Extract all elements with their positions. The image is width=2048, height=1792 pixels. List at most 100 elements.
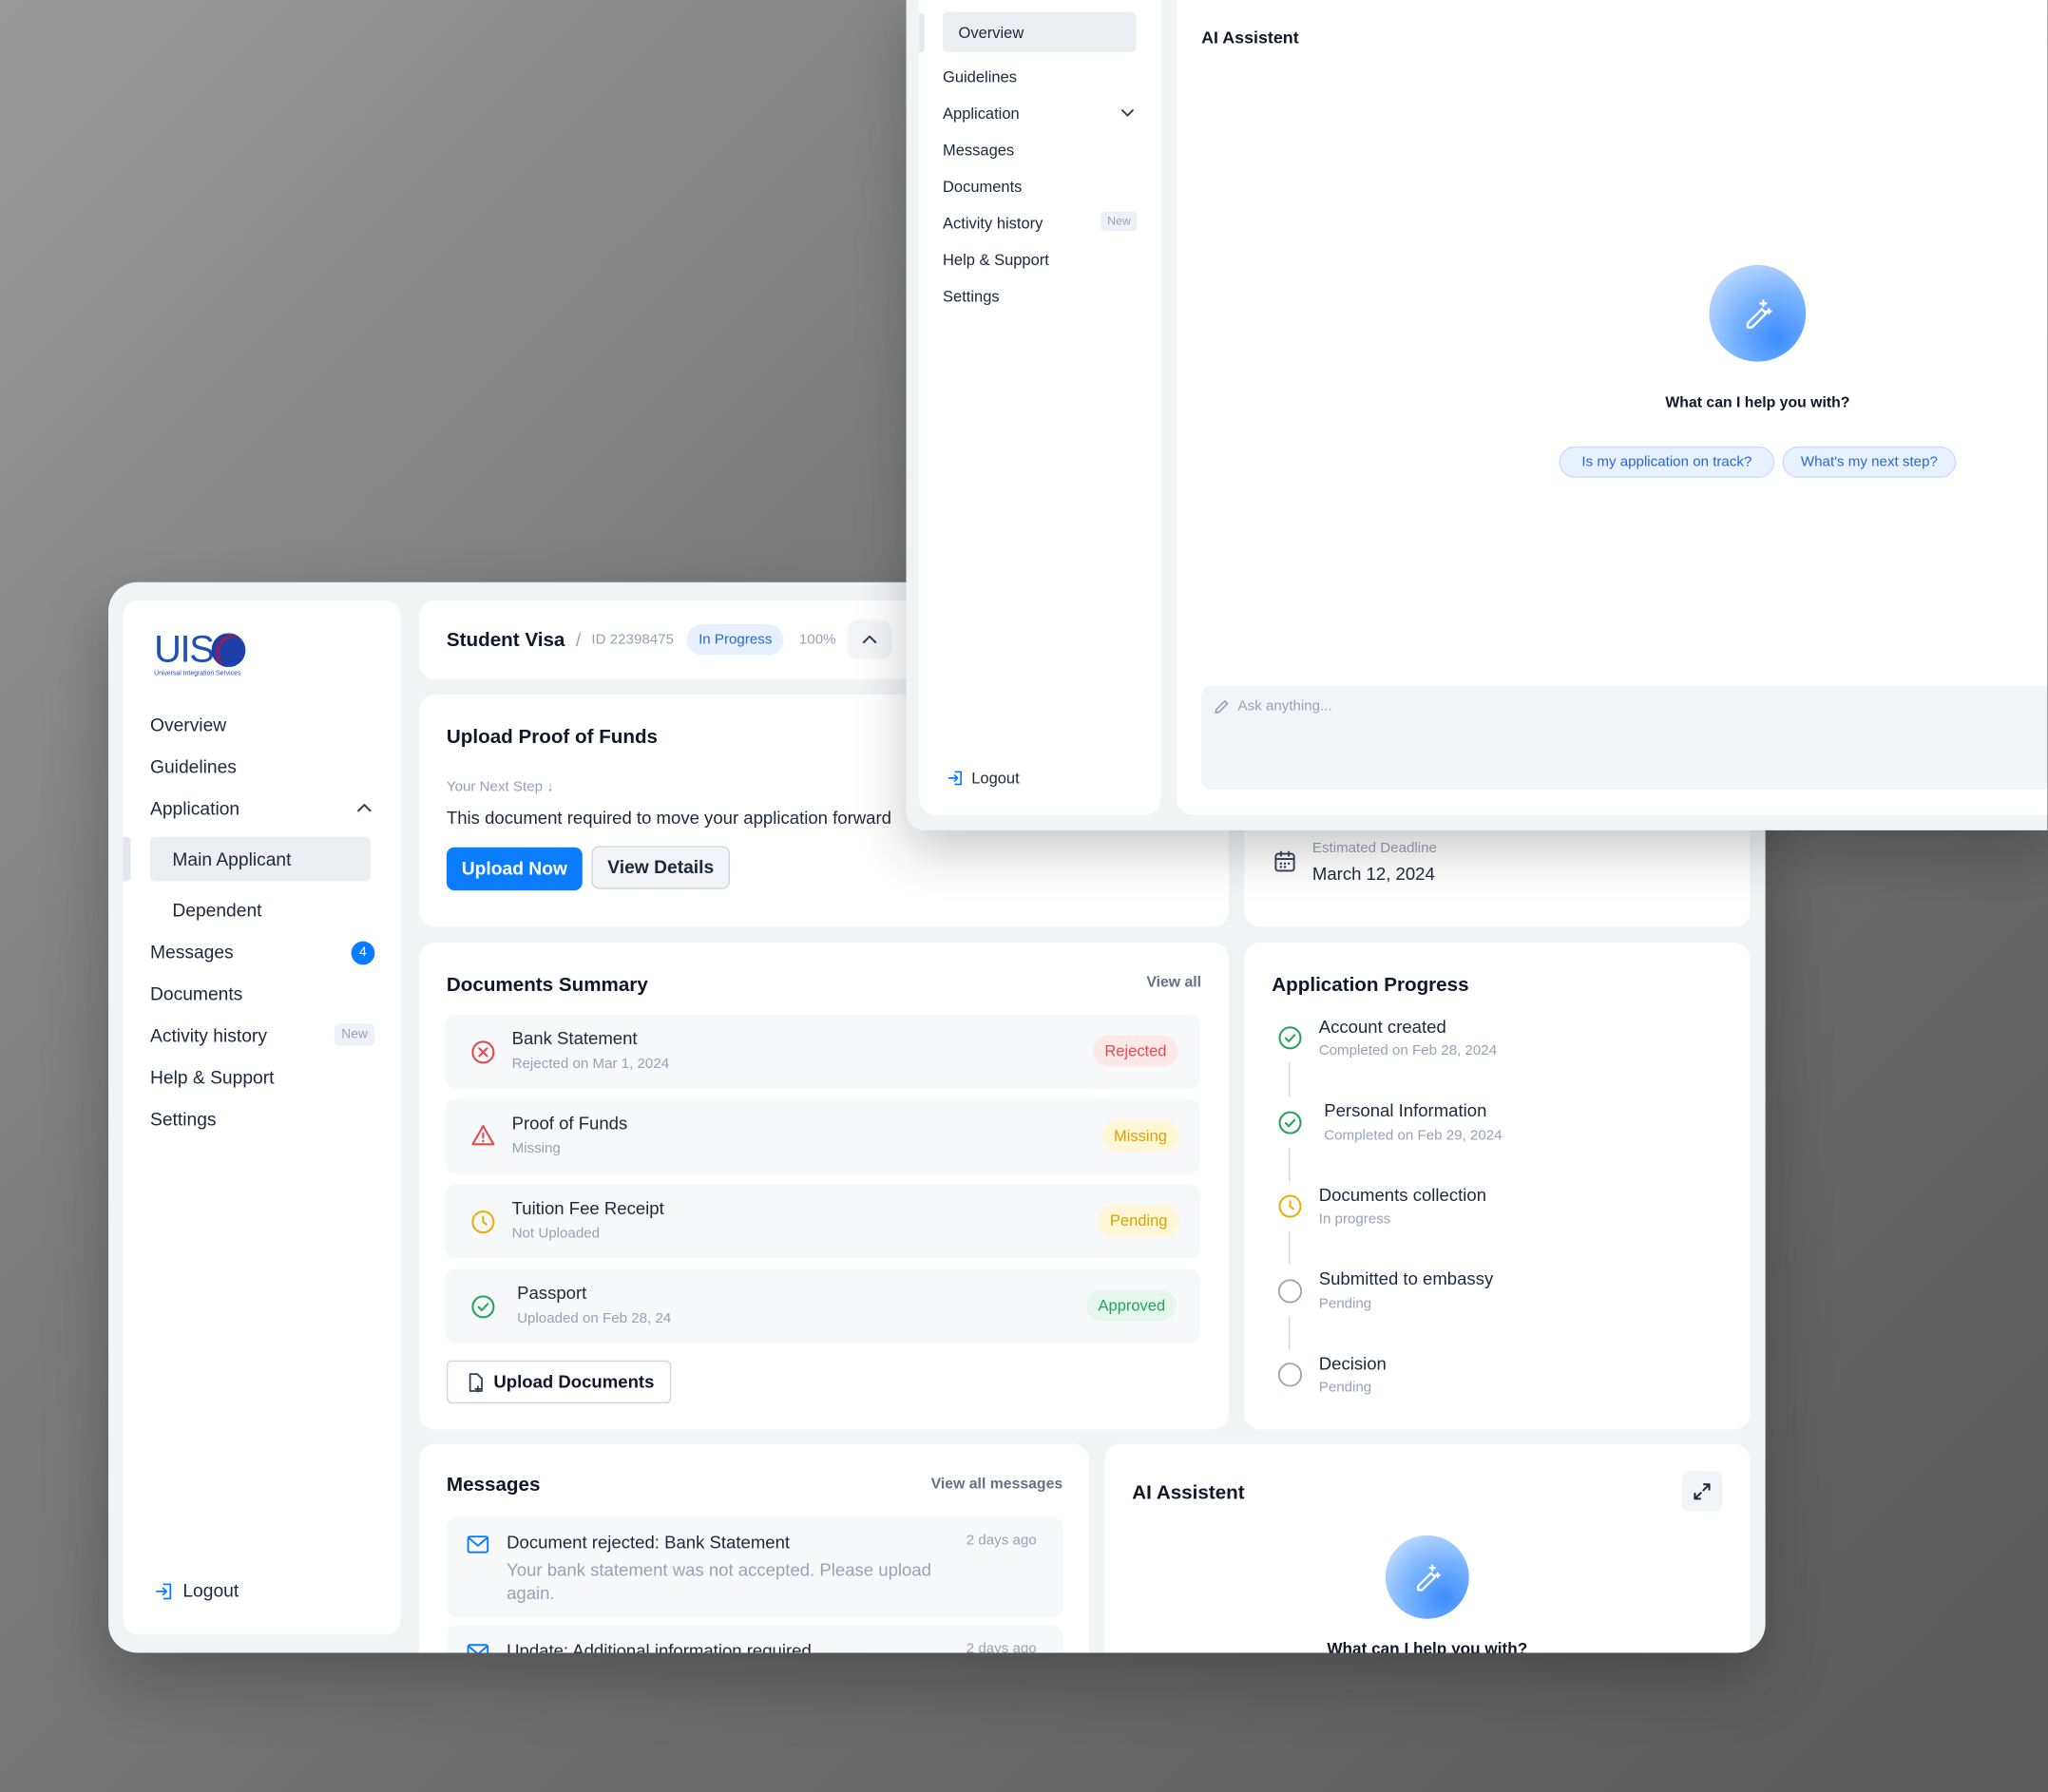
logo-subtitle: Universal Integration Services bbox=[154, 669, 241, 678]
breadcrumb-separator: / bbox=[575, 629, 582, 651]
logout-button[interactable]: Logout bbox=[154, 1578, 258, 1604]
step-connector bbox=[1289, 1230, 1291, 1266]
overlay-nav-guidelines[interactable]: Guidelines bbox=[943, 67, 1017, 86]
message-body-line: Your bank statement was not accepted. Pl… bbox=[507, 1559, 931, 1580]
overlay-prompt: What can I help you with? bbox=[1665, 395, 1850, 411]
check-circle-icon bbox=[1278, 1026, 1302, 1050]
view-details-button[interactable]: View Details bbox=[591, 846, 731, 889]
message-title: Update: Additional information required bbox=[507, 1641, 812, 1653]
sidebar: UIS Universal Integration Services Overv… bbox=[123, 601, 401, 1635]
document-sub: Not Uploaded bbox=[511, 1226, 601, 1242]
suggestion-chip[interactable]: Is my application on track? bbox=[1559, 446, 1775, 478]
clock-icon bbox=[1278, 1194, 1302, 1218]
nav-label: Overview bbox=[958, 23, 1024, 42]
documents-summary-title: Documents Summary bbox=[446, 974, 648, 997]
deadline-date: March 12, 2024 bbox=[1311, 864, 1435, 885]
sidebar-item-label: Main Applicant bbox=[172, 848, 292, 870]
next-step-label: Your Next Step ↓ bbox=[446, 779, 554, 795]
ai-assistant-card: AI Assistent What can I help you with? bbox=[1104, 1443, 1751, 1653]
collapse-button[interactable] bbox=[847, 620, 892, 659]
calendar-icon bbox=[1274, 850, 1295, 872]
messages-count-badge: 4 bbox=[351, 941, 375, 965]
upload-now-button[interactable]: Upload Now bbox=[446, 847, 583, 891]
upload-documents-button[interactable]: Upload Documents bbox=[446, 1360, 672, 1404]
new-tag: New bbox=[334, 1023, 375, 1046]
sidebar-item-application[interactable]: Application bbox=[150, 798, 239, 819]
message-body-line: again. bbox=[507, 1583, 555, 1604]
overlay-nav-overview[interactable]: Overview bbox=[943, 11, 1137, 52]
message-time: 2 days ago bbox=[966, 1641, 1037, 1653]
status-badge: Rejected bbox=[1093, 1035, 1178, 1067]
step-name: Personal Information bbox=[1324, 1100, 1487, 1120]
message-title: Document rejected: Bank Statement bbox=[507, 1533, 791, 1553]
overlay-nav-messages[interactable]: Messages bbox=[943, 141, 1014, 159]
document-row[interactable]: Proof of Funds Missing Missing bbox=[445, 1098, 1200, 1174]
ask-input[interactable]: Ask anything... bbox=[1201, 685, 2048, 791]
pending-circle-icon bbox=[1277, 1279, 1303, 1304]
messages-card: Messages View all messages Document reje… bbox=[419, 1443, 1089, 1653]
sidebar-item-main-applicant[interactable]: Main Applicant bbox=[150, 836, 372, 882]
sidebar-item-settings[interactable]: Settings bbox=[150, 1109, 217, 1130]
document-row[interactable]: Bank Statement Rejected on Mar 1, 2024 R… bbox=[445, 1014, 1200, 1089]
ai-avatar bbox=[1709, 264, 1807, 362]
overlay-nav-settings[interactable]: Settings bbox=[943, 287, 1000, 305]
ask-input-placeholder: Ask anything... bbox=[1237, 698, 1332, 715]
next-step-description: This document required to move your appl… bbox=[446, 808, 891, 829]
pencil-icon bbox=[1215, 700, 1229, 715]
deadline-label: Estimated Deadline bbox=[1311, 840, 1437, 857]
document-row[interactable]: Passport Uploaded on Feb 28, 24 Approved bbox=[445, 1268, 1200, 1344]
expand-button[interactable] bbox=[1681, 1471, 1723, 1513]
sidebar-item-guidelines[interactable]: Guidelines bbox=[150, 756, 237, 777]
new-tag: New bbox=[1101, 211, 1138, 232]
ai-assistant-title: AI Assistent bbox=[1132, 1481, 1245, 1504]
brand-logo: UIS Universal Integration Services bbox=[154, 629, 246, 678]
warning-icon bbox=[471, 1125, 495, 1146]
magic-pencil-icon bbox=[1746, 299, 1772, 329]
step-sub: Pending bbox=[1318, 1296, 1372, 1312]
page-title: Student Visa bbox=[446, 629, 565, 652]
expand-icon bbox=[1694, 1483, 1711, 1500]
message-item[interactable]: Update: Additional information required … bbox=[446, 1625, 1063, 1653]
flag-icon bbox=[211, 633, 246, 668]
check-circle-icon bbox=[1278, 1111, 1302, 1134]
sidebar-item-help-support[interactable]: Help & Support bbox=[150, 1067, 274, 1088]
sidebar-item-overview[interactable]: Overview bbox=[150, 715, 226, 735]
overlay-nav-documents[interactable]: Documents bbox=[943, 178, 1022, 196]
sidebar-item-activity-history[interactable]: Activity history bbox=[150, 1025, 267, 1046]
documents-summary-card: Documents Summary View all Bank Statemen… bbox=[419, 943, 1229, 1430]
overlay-nav-activity-history[interactable]: Activity history bbox=[943, 214, 1043, 232]
active-indicator bbox=[123, 836, 131, 882]
document-name: Passport bbox=[517, 1283, 587, 1304]
overlay-nav-help-support[interactable]: Help & Support bbox=[943, 251, 1049, 269]
step-sub: Pending bbox=[1318, 1380, 1372, 1396]
logout-label: Logout bbox=[182, 1579, 239, 1601]
magic-pencil-icon bbox=[1417, 1564, 1441, 1592]
chevron-up-icon[interactable] bbox=[356, 802, 372, 815]
document-sub: Uploaded on Feb 28, 24 bbox=[517, 1310, 672, 1326]
active-indicator bbox=[919, 12, 925, 52]
overlay-nav-application[interactable]: Application bbox=[943, 105, 1020, 123]
document-sub: Missing bbox=[511, 1140, 561, 1157]
chevron-down-icon[interactable] bbox=[1120, 107, 1135, 119]
step-sub: Completed on Feb 29, 2024 bbox=[1324, 1128, 1503, 1144]
overlay-sidebar: Overview Guidelines Application Messages… bbox=[919, 0, 1161, 815]
view-all-messages-link[interactable]: View all messages bbox=[931, 1477, 1063, 1492]
view-all-link[interactable]: View all bbox=[1146, 975, 1201, 990]
sidebar-item-messages[interactable]: Messages bbox=[150, 942, 234, 963]
next-step-title: Upload Proof of Funds bbox=[446, 725, 659, 749]
mail-icon bbox=[467, 1535, 489, 1554]
step-sub: In progress bbox=[1318, 1211, 1391, 1228]
overlay-logout-button[interactable]: Logout bbox=[947, 768, 1038, 791]
suggestion-chip[interactable]: What's my next step? bbox=[1782, 446, 1957, 478]
document-row[interactable]: Tuition Fee Receipt Not Uploaded Pending bbox=[445, 1184, 1200, 1259]
step-name: Documents collection bbox=[1318, 1185, 1487, 1206]
message-item[interactable]: Document rejected: Bank Statement 2 days… bbox=[446, 1516, 1063, 1618]
logout-icon bbox=[947, 771, 963, 786]
check-circle-icon bbox=[471, 1295, 495, 1319]
message-time: 2 days ago bbox=[966, 1533, 1037, 1549]
logout-label: Logout bbox=[971, 769, 1020, 788]
sidebar-item-dependent[interactable]: Dependent bbox=[172, 900, 261, 921]
sidebar-item-documents[interactable]: Documents bbox=[150, 983, 242, 1004]
pending-circle-icon bbox=[1277, 1363, 1303, 1387]
overlay-assistant-title: AI Assistent bbox=[1201, 27, 1299, 48]
